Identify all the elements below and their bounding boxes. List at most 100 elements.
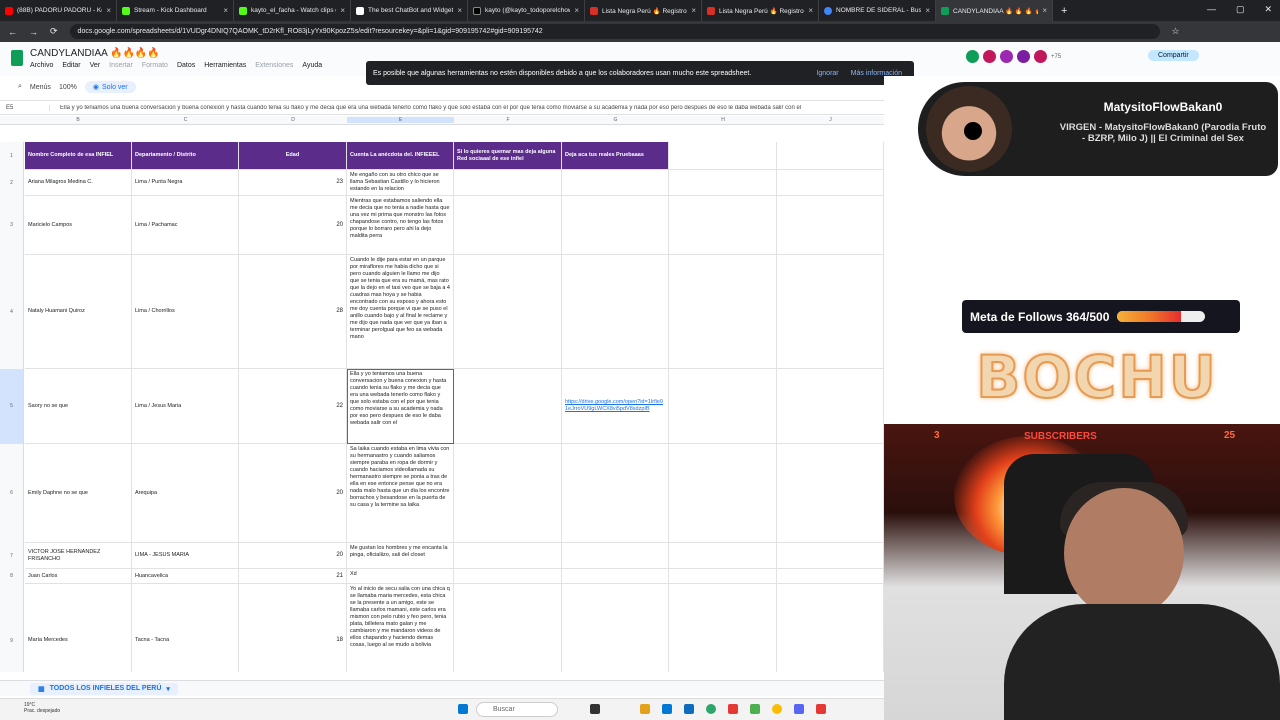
menu-ver[interactable]: Ver <box>90 62 101 69</box>
column-header[interactable]: B <box>24 117 132 123</box>
menu-archivo[interactable]: Archivo <box>30 62 53 69</box>
taskbar-app-icon[interactable] <box>640 704 650 714</box>
row-number[interactable]: 2 <box>0 170 24 196</box>
empty-cell[interactable] <box>669 569 777 584</box>
row-number[interactable]: 6 <box>0 444 24 543</box>
empty-cell[interactable] <box>777 444 884 543</box>
cell-place[interactable]: Lima / Punta Negra <box>132 170 239 196</box>
empty-cell[interactable] <box>777 142 884 170</box>
cell-story[interactable]: Xd <box>347 569 454 584</box>
menu-extensiones[interactable]: Extensiones <box>255 62 293 69</box>
empty-cell[interactable] <box>669 369 777 444</box>
zoom-select[interactable]: 100% <box>59 84 77 91</box>
cell-place[interactable]: Huancavelica <box>132 569 239 584</box>
row-number[interactable]: 4 <box>0 255 24 369</box>
document-title[interactable]: CANDYLANDIAA 🔥🔥🔥🔥 <box>30 48 160 59</box>
avatar[interactable] <box>1034 50 1047 63</box>
tab-close-icon[interactable]: × <box>808 6 813 15</box>
cell-story[interactable]: Mientras que estabamos saliendo ella me … <box>347 196 454 255</box>
tab-close-icon[interactable]: × <box>691 6 696 15</box>
cell-name[interactable]: Juan Carlos <box>25 569 132 584</box>
share-button[interactable]: Compartir <box>1148 50 1199 61</box>
browser-tab[interactable]: kayto (@kayto_todoporelchow × <box>468 0 585 21</box>
new-tab-button[interactable]: + <box>1061 5 1067 17</box>
cell-age[interactable]: 28 <box>239 255 347 369</box>
row-number[interactable]: 1 <box>0 142 24 170</box>
chevron-down-icon[interactable]: ▾ <box>166 685 170 693</box>
cell-name[interactable]: Emily Daphne no se que <box>25 444 132 543</box>
extra-users-count[interactable]: +75 <box>1051 54 1061 60</box>
cell-proof[interactable] <box>562 196 669 255</box>
tab-close-icon[interactable]: × <box>457 6 462 15</box>
taskbar-app-icon[interactable] <box>706 704 716 714</box>
menu-editar[interactable]: Editar <box>62 62 80 69</box>
taskbar-app-icon[interactable] <box>794 704 804 714</box>
row-number[interactable]: 3 <box>0 196 24 255</box>
cell-proof[interactable] <box>562 444 669 543</box>
menu-insertar[interactable]: Insertar <box>109 62 133 69</box>
empty-cell[interactable] <box>669 543 777 569</box>
row-number[interactable]: 8 <box>0 569 24 584</box>
taskbar-search-input[interactable]: Buscar <box>476 702 558 717</box>
header-proof[interactable]: Deja aca tus reales Pruebaaas <box>562 142 669 170</box>
browser-tab[interactable]: NOMBRE DE SIDERAL - Buscar × <box>819 0 936 21</box>
cell-story[interactable]: Me engaño con su otro chico que se llama… <box>347 170 454 196</box>
back-icon[interactable]: ← <box>8 27 17 37</box>
cell-name[interactable]: Saory no se que <box>25 369 132 444</box>
column-header[interactable]: G <box>562 117 669 123</box>
cell-place[interactable]: Lima / Pachamac <box>132 196 239 255</box>
cell-proof[interactable] <box>562 255 669 369</box>
empty-cell[interactable] <box>669 444 777 543</box>
taskbar-app-icon[interactable] <box>750 704 760 714</box>
menus-button[interactable]: Menús <box>30 84 51 91</box>
tab-close-icon[interactable]: × <box>340 6 345 15</box>
cell-social[interactable] <box>454 196 562 255</box>
browser-tab[interactable]: (88B) PADORU PADORU - Ken2 × <box>0 0 117 21</box>
avatar[interactable] <box>983 50 996 63</box>
empty-cell[interactable] <box>669 196 777 255</box>
row-number[interactable]: 7 <box>0 543 24 569</box>
cell-place[interactable]: LIMA - JESUS MARIA <box>132 543 239 569</box>
empty-cell[interactable] <box>669 170 777 196</box>
cell-social[interactable] <box>454 444 562 543</box>
weather-widget[interactable]: 19°C Prac. despejado <box>24 702 60 714</box>
tab-close-icon[interactable]: × <box>574 6 579 15</box>
cell-age[interactable]: 20 <box>239 444 347 543</box>
forward-icon[interactable]: → <box>29 27 38 37</box>
cell-name[interactable]: Nataly Huamani Quiroz <box>25 255 132 369</box>
header-story[interactable]: Cuenta La anécdota del. INFIEEEL <box>347 142 454 170</box>
taskbar-app-icon[interactable] <box>772 704 782 714</box>
sheet-tab-active[interactable]: ▦ TODOS LOS INFIELES DEL PERÚ ▾ <box>30 682 178 695</box>
header-place[interactable]: Departamento / Distrito <box>132 142 239 170</box>
cell-story[interactable]: Sa laika cuando estaba en lima vivia con… <box>347 444 454 543</box>
column-header[interactable]: E <box>347 117 454 123</box>
cell-story-selected[interactable]: Ella y yo teniamos una buena conversacio… <box>347 369 454 444</box>
menu-ayuda[interactable]: Ayuda <box>302 62 322 69</box>
cell-age[interactable]: 21 <box>239 569 347 584</box>
tab-close-icon[interactable]: × <box>223 6 228 15</box>
search-icon[interactable]: ⌕ <box>18 83 22 91</box>
empty-cell[interactable] <box>669 584 777 672</box>
cell-proof[interactable] <box>562 584 669 672</box>
cell-age[interactable]: 23 <box>239 170 347 196</box>
cell-social[interactable] <box>454 543 562 569</box>
tab-close-icon[interactable]: × <box>1042 6 1047 15</box>
url-input[interactable]: docs.google.com/spreadsheets/d/1VUDgr4DN… <box>69 24 1160 39</box>
header-name[interactable]: Nombre Completo de esa INFIEL <box>25 142 132 170</box>
sheets-logo-icon[interactable] <box>11 50 23 66</box>
cell-proof[interactable] <box>562 170 669 196</box>
cell-name[interactable]: María Mercedes <box>25 584 132 672</box>
cell-name[interactable]: Maricielo Campos <box>25 196 132 255</box>
column-header[interactable]: D <box>239 117 347 123</box>
cell-social[interactable] <box>454 170 562 196</box>
avatar[interactable] <box>966 50 979 63</box>
menu-datos[interactable]: Datos <box>177 62 195 69</box>
taskbar-app-icon[interactable] <box>684 704 694 714</box>
browser-tab[interactable]: kayto_el_facha - Watch clips on × <box>234 0 351 21</box>
header-social[interactable]: Si lo quieres quemar mas deja alguna Red… <box>454 142 562 170</box>
cell-story[interactable]: Me gustan los hombres y me encanta la pi… <box>347 543 454 569</box>
browser-tab[interactable]: Lista Negra Perú 🔥 Registro N × <box>702 0 819 21</box>
column-header[interactable]: H <box>669 117 777 123</box>
empty-cell[interactable] <box>777 255 884 369</box>
empty-cell[interactable] <box>669 142 777 170</box>
